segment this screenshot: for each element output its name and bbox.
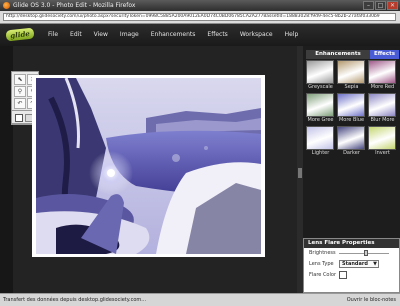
window-title: Glide OS 3.0 - Photo Edit - Mozilla Fire… xyxy=(13,2,136,9)
url-field[interactable]: http://desktop.glidesociety.com/ui/photo… xyxy=(3,13,396,21)
thumb-label: Lighter xyxy=(311,150,330,156)
menu-edit[interactable]: Edit xyxy=(64,24,88,46)
lens-type-select[interactable]: Standard ▼ xyxy=(339,260,379,268)
enhancement-thumb[interactable]: Invert xyxy=(368,126,397,158)
thumb-image xyxy=(337,60,365,84)
lens-flare-title: Lens Flare Properties xyxy=(304,239,399,248)
photo-canvas[interactable] xyxy=(36,78,261,254)
thumb-image xyxy=(306,93,334,117)
photo-frame xyxy=(32,75,265,257)
enhancement-thumb[interactable]: More Gree xyxy=(306,93,335,125)
thumb-label: Blur More xyxy=(370,117,395,123)
address-bar: http://desktop.glidesociety.com/ui/photo… xyxy=(0,11,400,24)
flare-color-label: Flare Color xyxy=(309,272,336,278)
status-bar: Transfert des données depuis desktop.gli… xyxy=(0,293,400,306)
select-tool-icon[interactable]: ⬉ xyxy=(14,74,26,85)
menu-view[interactable]: View xyxy=(88,24,114,46)
lens-type-value: Standard xyxy=(342,261,368,267)
enhancement-thumb[interactable]: Lighter xyxy=(306,126,335,158)
firefox-icon xyxy=(3,2,10,9)
glide-logo: glide xyxy=(5,27,35,42)
tab-enhancements[interactable]: Enhancements xyxy=(306,50,370,59)
thumb-image xyxy=(368,126,396,150)
tab-effects[interactable]: Effects xyxy=(370,50,399,59)
enhancement-thumbnails: Greyscale Sepia More Red More Gree More Blue… xyxy=(306,60,399,158)
enhancement-thumb[interactable]: Blur More xyxy=(368,93,397,125)
brightness-slider-knob[interactable] xyxy=(364,250,368,256)
thumb-label: Invert xyxy=(375,150,390,156)
panel-tabs: Enhancements Effects xyxy=(303,50,400,59)
thumb-image xyxy=(337,126,365,150)
lens-type-label: Lens Type xyxy=(309,261,334,267)
status-message: Transfert des données depuis desktop.gli… xyxy=(3,297,147,303)
landscape-photo xyxy=(36,78,261,254)
flare-color-row: Flare Color xyxy=(304,270,399,281)
menu-effects[interactable]: Effects xyxy=(201,24,233,46)
thumb-image xyxy=(368,93,396,117)
menu-image[interactable]: Image xyxy=(114,24,145,46)
enhancement-thumb[interactable]: More Red xyxy=(368,60,397,92)
enhancement-thumb[interactable]: Sepia xyxy=(337,60,366,92)
close-button[interactable]: ✕ xyxy=(387,1,398,10)
notepad-link[interactable]: Ouvrir le bloc-notes xyxy=(347,294,396,306)
main-menu: File Edit View Image Enhancements Effect… xyxy=(42,24,304,46)
foreground-color[interactable] xyxy=(15,114,23,122)
enhancement-thumb[interactable]: Darker xyxy=(337,126,366,158)
window-titlebar: Glide OS 3.0 - Photo Edit - Mozilla Fire… xyxy=(0,0,400,11)
flare-color-swatch[interactable] xyxy=(339,271,347,279)
undo-icon[interactable]: ↶ xyxy=(14,98,26,109)
minimize-button[interactable]: – xyxy=(363,1,374,10)
menu-file[interactable]: File xyxy=(42,24,64,46)
thumb-label: Sepia xyxy=(344,84,359,90)
chevron-down-icon: ▼ xyxy=(373,261,377,267)
thumb-image xyxy=(306,126,334,150)
menu-help[interactable]: Help xyxy=(279,24,305,46)
splitter-grip[interactable] xyxy=(298,168,302,178)
zoom-in-icon[interactable]: ⚲ xyxy=(14,86,26,97)
maximize-button[interactable]: □ xyxy=(375,1,386,10)
thumb-image xyxy=(337,93,365,117)
thumb-label: More Gree xyxy=(307,117,334,123)
thumb-label: Darker xyxy=(343,150,360,156)
app-menubar: glide File Edit View Image Enhancements … xyxy=(0,24,400,46)
menu-enhancements[interactable]: Enhancements xyxy=(145,24,202,46)
thumb-label: More Blue xyxy=(338,117,365,123)
thumb-label: Greyscale xyxy=(308,84,333,90)
thumb-image xyxy=(368,60,396,84)
enhancement-thumb[interactable]: Greyscale xyxy=(306,60,335,92)
brightness-row: Brightness xyxy=(304,248,399,259)
window-controls: – □ ✕ xyxy=(363,1,398,10)
menu-workspace[interactable]: Workspace xyxy=(234,24,279,46)
thumb-image xyxy=(306,60,334,84)
brightness-label: Brightness xyxy=(309,250,336,256)
lens-flare-properties: Lens Flare Properties Brightness Lens Ty… xyxy=(303,238,400,293)
lens-type-row: Lens Type Standard ▼ xyxy=(304,259,399,270)
enhancement-thumb[interactable]: More Blue xyxy=(337,93,366,125)
thumb-label: More Red xyxy=(370,84,395,90)
